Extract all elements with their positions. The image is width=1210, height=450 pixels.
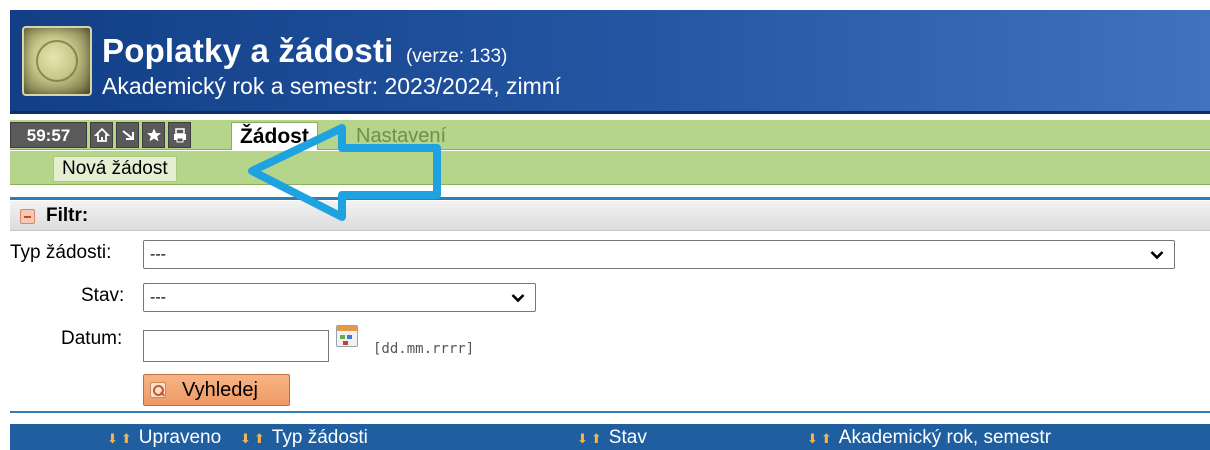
status-label: Stav:	[81, 285, 125, 306]
divider	[10, 411, 1210, 413]
type-label: Typ žádosti:	[10, 242, 112, 263]
main-toolbar: 59:57 Žádost Nastavení	[10, 120, 1210, 150]
chevron-down-icon	[1150, 241, 1164, 260]
calendar-icon[interactable]	[336, 325, 358, 347]
sort-arrows-icon[interactable]: ⬇⬆	[807, 431, 835, 446]
magnifier-icon	[150, 382, 166, 398]
column-akademicky-rok[interactable]: ⬇⬆ Akademický rok, semestr	[807, 424, 1051, 450]
date-format-hint: [dd.mm.rrrr]	[373, 341, 475, 357]
star-icon[interactable]	[142, 122, 165, 148]
exit-icon[interactable]	[116, 122, 139, 148]
search-button[interactable]: Vyhledej	[143, 374, 290, 406]
type-select-value: ---	[150, 246, 166, 263]
university-logo	[22, 26, 92, 96]
sub-navigation: Nová žádost	[10, 151, 1210, 185]
status-select[interactable]: ---	[143, 283, 536, 312]
new-request-link[interactable]: Nová žádost	[53, 156, 177, 182]
sort-arrows-icon[interactable]: ⬇⬆	[240, 431, 268, 446]
page-subtitle: Akademický rok a semestr: 2023/2024, zim…	[102, 73, 561, 99]
print-icon[interactable]	[168, 122, 191, 148]
app-header: Poplatky a žádosti (verze: 133) Akademic…	[10, 10, 1210, 114]
type-select[interactable]: ---	[143, 240, 1175, 269]
column-typ-zadosti[interactable]: ⬇⬆ Typ žádosti	[240, 424, 368, 450]
status-select-value: ---	[150, 289, 166, 306]
session-timer: 59:57	[10, 122, 87, 148]
sort-arrows-icon[interactable]: ⬇⬆	[107, 431, 135, 446]
collapse-icon[interactable]	[20, 209, 35, 224]
column-stav[interactable]: ⬇⬆ Stav	[577, 424, 647, 450]
column-upraveno[interactable]: ⬇⬆ Upraveno	[107, 424, 221, 450]
chevron-down-icon	[511, 284, 525, 303]
table-header: ⬇⬆ Upraveno ⬇⬆ Typ žádosti ⬇⬆ Stav ⬇⬆ Akadem…	[10, 424, 1210, 450]
tab-zadost[interactable]: Žádost	[231, 122, 318, 150]
filter-title: Filtr:	[46, 205, 89, 226]
page-version: (verze: 133)	[405, 46, 508, 67]
date-label: Datum:	[61, 328, 123, 349]
date-input[interactable]	[143, 330, 329, 362]
search-button-label: Vyhledej	[182, 379, 258, 401]
sort-arrows-icon[interactable]: ⬇⬆	[577, 431, 605, 446]
filter-header[interactable]: Filtr:	[10, 201, 1210, 231]
home-icon[interactable]	[90, 122, 113, 148]
divider	[10, 197, 1210, 200]
tab-nastaveni[interactable]: Nastavení	[352, 122, 450, 150]
page-title: Poplatky a žádosti	[102, 32, 394, 69]
